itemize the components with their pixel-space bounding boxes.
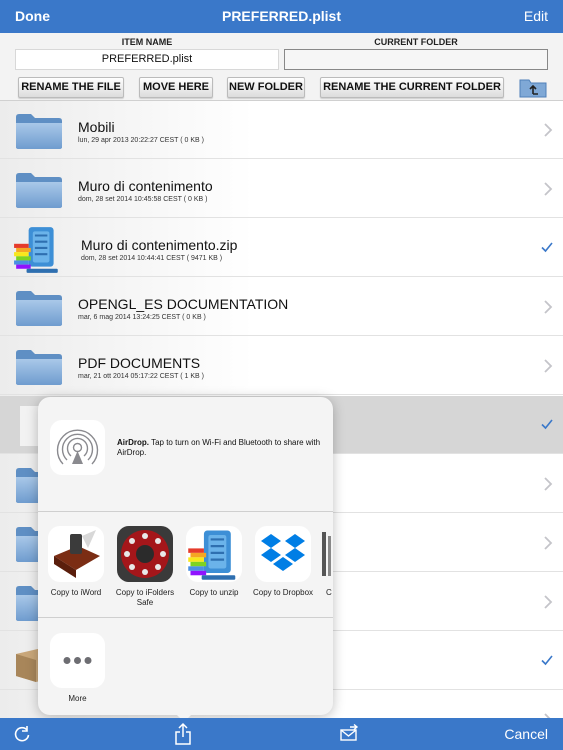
zip-icon xyxy=(12,223,64,275)
share-apps-row: Copy to iWord Copy to iFolders Safe Copy… xyxy=(38,513,333,618)
chevron-right-icon xyxy=(543,182,553,196)
list-item[interactable]: Muro di contenimento dom, 28 set 2014 10… xyxy=(0,160,563,218)
checkmark-icon xyxy=(541,418,553,430)
send-mail-icon[interactable] xyxy=(339,724,359,742)
unzip-app-icon xyxy=(186,526,242,582)
cancel-button[interactable]: Cancel xyxy=(504,726,548,742)
list-item[interactable]: PDF DOCUMENTS mar, 21 ott 2014 05:17:22 … xyxy=(0,337,563,395)
share-app-label: Copy to iWord xyxy=(50,588,102,597)
share-app-ifolders-safe[interactable]: Copy to iFolders Safe xyxy=(109,526,181,608)
share-app-label: Copy to iFolders Safe xyxy=(115,588,175,607)
current-folder-label: CURRENT FOLDER xyxy=(374,37,458,47)
current-folder-field[interactable] xyxy=(284,49,548,70)
file-name: Mobili xyxy=(78,119,115,135)
share-app-partial[interactable]: C xyxy=(316,526,333,598)
file-name: PDF DOCUMENTS xyxy=(78,355,201,371)
file-meta: mar, 21 ott 2014 05:17:22 CEST ( 1 KB ) xyxy=(78,373,204,380)
file-meta: dom, 28 set 2014 10:45:58 CEST ( 0 KB ) xyxy=(78,196,208,203)
item-name-label: ITEM NAME xyxy=(121,37,173,47)
list-item[interactable]: Mobili lun, 29 apr 2013 20:22:27 CEST ( … xyxy=(0,101,563,159)
file-name: Muro di contenimento.zip xyxy=(81,237,238,253)
share-app-iword[interactable]: Copy to iWord xyxy=(40,526,112,598)
share-sheet-popover: AirDrop. Tap to turn on Wi-Fi and Blueto… xyxy=(38,397,333,715)
file-meta: dom, 28 set 2014 10:44:41 CEST ( 9471 KB… xyxy=(81,255,223,262)
navigation-bar: Done PREFERRED.plist Edit xyxy=(0,0,563,33)
item-name-field[interactable]: PREFERRED.plist xyxy=(15,49,279,70)
folder-icon xyxy=(14,170,64,210)
share-app-unzip[interactable]: Copy to unzip xyxy=(178,526,250,598)
checkmark-icon xyxy=(541,654,553,666)
checkmark-icon xyxy=(541,241,553,253)
chevron-right-icon xyxy=(543,300,553,314)
file-actions-panel: ITEM NAME CURRENT FOLDER PREFERRED.plist… xyxy=(0,33,563,101)
list-item[interactable]: Muro di contenimento.zip dom, 28 set 201… xyxy=(0,219,563,277)
chevron-right-icon xyxy=(543,477,553,491)
file-meta: lun, 29 apr 2013 20:22:27 CEST ( 0 KB ) xyxy=(78,137,204,144)
chevron-right-icon xyxy=(543,595,553,609)
share-app-label: Copy to Dropbox xyxy=(252,588,314,597)
folder-icon xyxy=(14,288,64,328)
rename-file-button[interactable]: RENAME THE FILE xyxy=(18,77,124,98)
file-name: OPENGL_ES DOCUMENTATION xyxy=(78,296,289,312)
share-app-dropbox[interactable]: Copy to Dropbox xyxy=(247,526,319,598)
new-folder-button[interactable]: NEW FOLDER xyxy=(227,77,305,98)
rename-current-folder-button[interactable]: RENAME THE CURRENT FOLDER xyxy=(320,77,504,98)
airdrop-icon[interactable] xyxy=(50,420,105,475)
share-app-label: C xyxy=(326,588,332,597)
folder-icon xyxy=(14,347,64,387)
airdrop-section: AirDrop. Tap to turn on Wi-Fi and Blueto… xyxy=(38,397,333,512)
partial-app-icon xyxy=(316,526,333,582)
dropbox-app-icon xyxy=(255,526,311,582)
more-label: More xyxy=(68,694,87,703)
page-title: PREFERRED.plist xyxy=(221,8,341,24)
folder-up-icon[interactable] xyxy=(519,76,547,98)
iword-app-icon xyxy=(48,526,104,582)
chevron-right-icon xyxy=(543,123,553,137)
refresh-icon[interactable] xyxy=(13,725,31,743)
file-name: Muro di contenimento xyxy=(78,178,213,194)
edit-button[interactable]: Edit xyxy=(524,8,548,24)
move-here-button[interactable]: MOVE HERE xyxy=(139,77,213,98)
file-meta: mar, 6 mag 2014 13:24:25 CEST ( 0 KB ) xyxy=(78,314,206,321)
ifolders-safe-app-icon xyxy=(117,526,173,582)
folder-icon xyxy=(14,111,64,151)
share-icon[interactable] xyxy=(174,722,192,746)
share-app-label: Copy to unzip xyxy=(189,588,239,597)
more-section: More xyxy=(38,619,333,715)
list-item[interactable]: OPENGL_ES DOCUMENTATION mar, 6 mag 2014 … xyxy=(0,278,563,336)
chevron-right-icon xyxy=(543,359,553,373)
bottom-toolbar: Cancel xyxy=(0,718,563,750)
airdrop-description: AirDrop. Tap to turn on Wi-Fi and Blueto… xyxy=(117,438,322,458)
airdrop-title: AirDrop. xyxy=(117,438,149,447)
more-icon[interactable] xyxy=(50,633,105,688)
chevron-right-icon xyxy=(543,536,553,550)
